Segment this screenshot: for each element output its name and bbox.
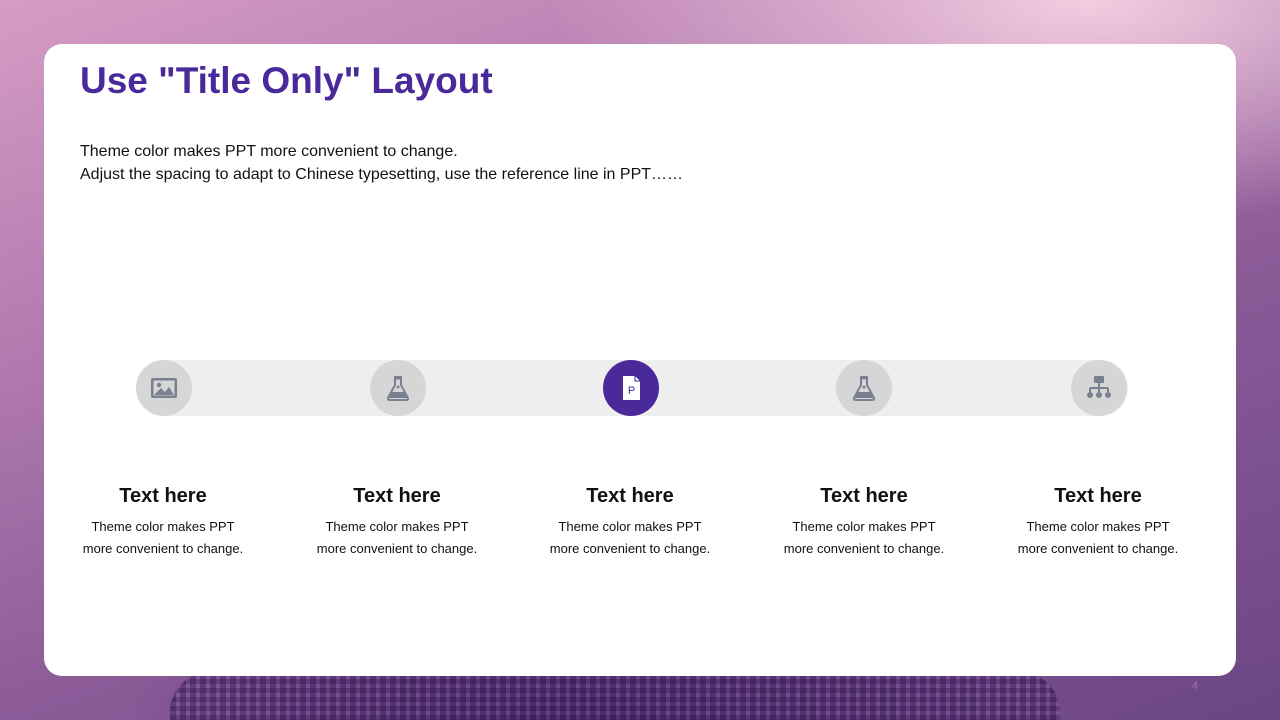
timeline-step-1: Text here Theme color makes PPT more con… bbox=[48, 484, 278, 560]
step-heading: Text here bbox=[119, 485, 207, 507]
org-chart-icon bbox=[1087, 376, 1111, 398]
step-heading: Text here bbox=[1054, 485, 1142, 507]
description-line-2: Adjust the spacing to adapt to Chinese t… bbox=[80, 166, 684, 183]
step-heading: Text here bbox=[353, 485, 441, 507]
step-body-line: more convenient to change. bbox=[783, 541, 945, 556]
step-body: Theme color makes PPT more convenient to… bbox=[983, 516, 1213, 560]
step-body: Theme color makes PPT more convenient to… bbox=[48, 516, 278, 560]
step-body-line: Theme color makes PPT bbox=[792, 519, 936, 534]
timeline-node-3[interactable]: P bbox=[603, 360, 659, 416]
timeline-node-2[interactable] bbox=[370, 360, 426, 416]
step-body: Theme color makes PPT more convenient to… bbox=[515, 516, 745, 560]
description-line-1: Theme color makes PPT more convenient to… bbox=[80, 143, 458, 160]
step-heading: Text here bbox=[820, 485, 908, 507]
flask-icon bbox=[386, 376, 410, 401]
step-body-line: more convenient to change. bbox=[1017, 541, 1179, 556]
timeline-step-4: Text here Theme color makes PPT more con… bbox=[749, 484, 979, 560]
timeline-node-4[interactable] bbox=[836, 360, 892, 416]
step-heading: Text here bbox=[586, 485, 674, 507]
slide-title: Use "Title Only" Layout bbox=[80, 60, 493, 101]
document-letter: P bbox=[628, 385, 635, 397]
background-circuit-image bbox=[170, 672, 1060, 720]
timeline-node-5[interactable] bbox=[1071, 360, 1127, 416]
timeline-step-5: Text here Theme color makes PPT more con… bbox=[983, 484, 1213, 560]
step-body-line: more convenient to change. bbox=[82, 541, 244, 556]
timeline-step-3: Text here Theme color makes PPT more con… bbox=[515, 484, 745, 560]
step-body-line: more convenient to change. bbox=[549, 541, 711, 556]
step-body: Theme color makes PPT more convenient to… bbox=[749, 516, 979, 560]
step-body-line: Theme color makes PPT bbox=[1026, 519, 1170, 534]
slide-description: Theme color makes PPT more convenient to… bbox=[80, 140, 683, 186]
step-body-line: Theme color makes PPT bbox=[558, 519, 702, 534]
step-body: Theme color makes PPT more convenient to… bbox=[282, 516, 512, 560]
step-body-line: more convenient to change. bbox=[316, 541, 478, 556]
step-body-line: Theme color makes PPT bbox=[91, 519, 235, 534]
page-number: 4 bbox=[1191, 680, 1198, 692]
slide-card: Use "Title Only" Layout Theme color make… bbox=[44, 44, 1236, 676]
image-icon bbox=[151, 378, 177, 398]
timeline-step-2: Text here Theme color makes PPT more con… bbox=[282, 484, 512, 560]
timeline-node-1[interactable] bbox=[136, 360, 192, 416]
flask-icon bbox=[852, 376, 876, 401]
document-p-icon: P bbox=[623, 376, 640, 400]
step-body-line: Theme color makes PPT bbox=[325, 519, 469, 534]
